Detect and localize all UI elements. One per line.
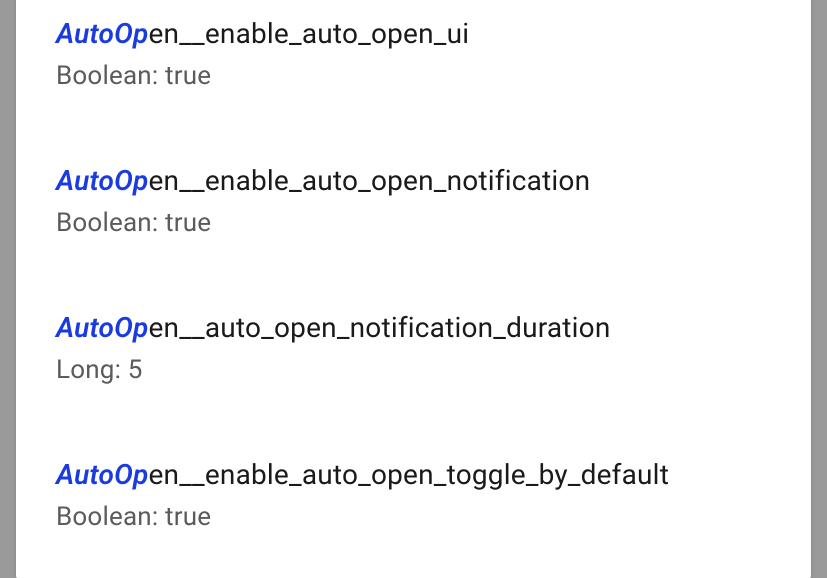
setting-type-prefix: Long: <box>56 355 128 385</box>
setting-value: Boolean: true <box>56 61 771 91</box>
setting-value-text: true <box>165 502 211 532</box>
search-match-highlight: AutoOp <box>56 458 148 491</box>
setting-key: AutoOpen__auto_open_notification_duratio… <box>56 310 771 345</box>
setting-value-text: true <box>165 61 211 91</box>
setting-type-prefix: Boolean: <box>56 502 165 532</box>
row-gap <box>56 258 771 282</box>
setting-type-prefix: Boolean: <box>56 61 165 91</box>
setting-key-rest: en__enable_auto_open_toggle_by_default <box>148 458 669 491</box>
row-gap <box>56 405 771 429</box>
setting-value-text: true <box>165 208 211 238</box>
search-match-highlight: AutoOp <box>56 164 148 197</box>
search-match-highlight: AutoOp <box>56 311 148 344</box>
setting-row[interactable]: AutoOpen__enable_auto_open_notification … <box>56 135 771 258</box>
setting-type-prefix: Boolean: <box>56 208 165 238</box>
setting-row[interactable]: AutoOpen__enable_auto_open_ui Boolean: t… <box>56 0 771 111</box>
settings-panel: AutoOpen__enable_auto_open_ui Boolean: t… <box>16 0 811 578</box>
setting-key: AutoOpen__enable_auto_open_notification <box>56 163 771 198</box>
setting-row[interactable]: AutoOpen__enable_auto_open_toggle_by_def… <box>56 429 771 552</box>
setting-key-rest: en__enable_auto_open_notification <box>148 164 590 197</box>
setting-value: Boolean: true <box>56 502 771 532</box>
setting-key-rest: en__enable_auto_open_ui <box>148 17 469 50</box>
setting-key: AutoOpen__enable_auto_open_toggle_by_def… <box>56 457 771 492</box>
settings-list: AutoOpen__enable_auto_open_ui Boolean: t… <box>56 0 771 552</box>
search-match-highlight: AutoOp <box>56 17 148 50</box>
setting-row[interactable]: AutoOpen__auto_open_notification_duratio… <box>56 282 771 405</box>
row-gap <box>56 111 771 135</box>
setting-value-text: 5 <box>128 355 143 385</box>
setting-value: Long: 5 <box>56 355 771 385</box>
setting-key-rest: en__auto_open_notification_duration <box>148 311 610 344</box>
setting-key: AutoOpen__enable_auto_open_ui <box>56 16 771 51</box>
setting-value: Boolean: true <box>56 208 771 238</box>
